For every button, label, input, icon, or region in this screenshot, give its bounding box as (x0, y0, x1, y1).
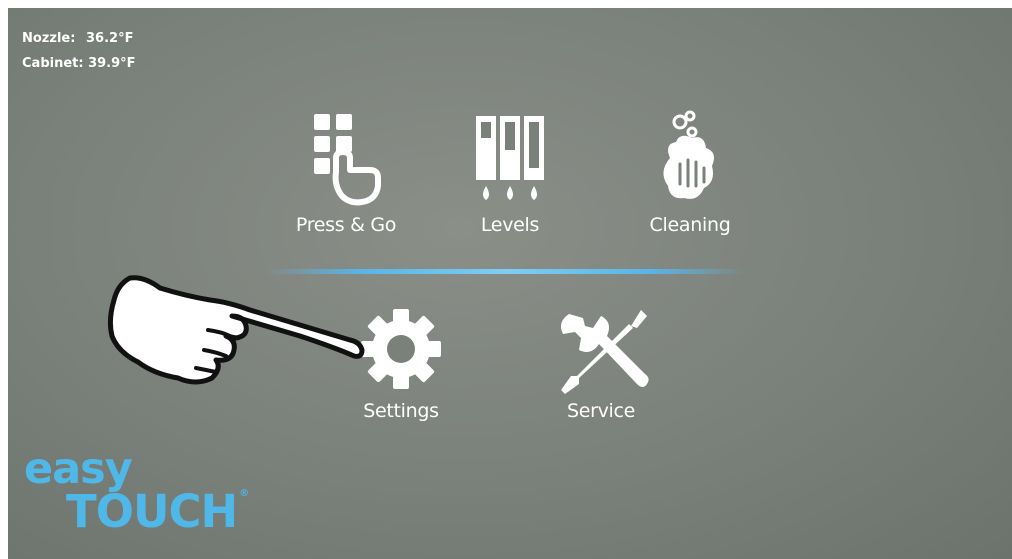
logo-registered-mark: ® (239, 488, 249, 499)
nozzle-label: Nozzle: (22, 31, 76, 46)
top-border (0, 0, 1012, 8)
logo-line-touch: TOUCH ® (66, 488, 249, 535)
cleaning-button[interactable]: Cleaning (630, 108, 750, 236)
easytouch-logo: easy TOUCH ® (24, 448, 249, 535)
gear-icon (361, 309, 441, 389)
service-label: Service (566, 400, 636, 422)
cabinet-value: 39.9°F (88, 56, 136, 71)
wrench-screwdriver-icon (561, 310, 649, 394)
levels-label: Levels (480, 214, 540, 236)
press-go-button[interactable]: Press & Go (276, 108, 416, 236)
touch-screen: Nozzle: 36.2°F Cabinet: 39.9°F Press & Go (8, 8, 1012, 559)
service-button[interactable]: Service (546, 304, 656, 422)
cabinet-temp-row: Cabinet: 39.9°F (22, 51, 136, 76)
nozzle-value: 36.2°F (86, 31, 134, 46)
press-go-label: Press & Go (295, 214, 397, 236)
keypad-touch-icon (314, 114, 381, 206)
cleaning-label: Cleaning (649, 214, 731, 236)
logo-touch-text: TOUCH (66, 485, 238, 538)
levels-button[interactable]: Levels (460, 108, 560, 236)
pointing-hand-icon (107, 275, 365, 385)
tank-levels-icon (476, 116, 544, 200)
hand-wash-icon (663, 110, 714, 199)
nozzle-temp-row: Nozzle: 36.2°F (22, 26, 136, 51)
temperature-readout: Nozzle: 36.2°F Cabinet: 39.9°F (22, 26, 136, 76)
cabinet-label: Cabinet: (22, 56, 84, 71)
settings-label: Settings (363, 400, 439, 422)
